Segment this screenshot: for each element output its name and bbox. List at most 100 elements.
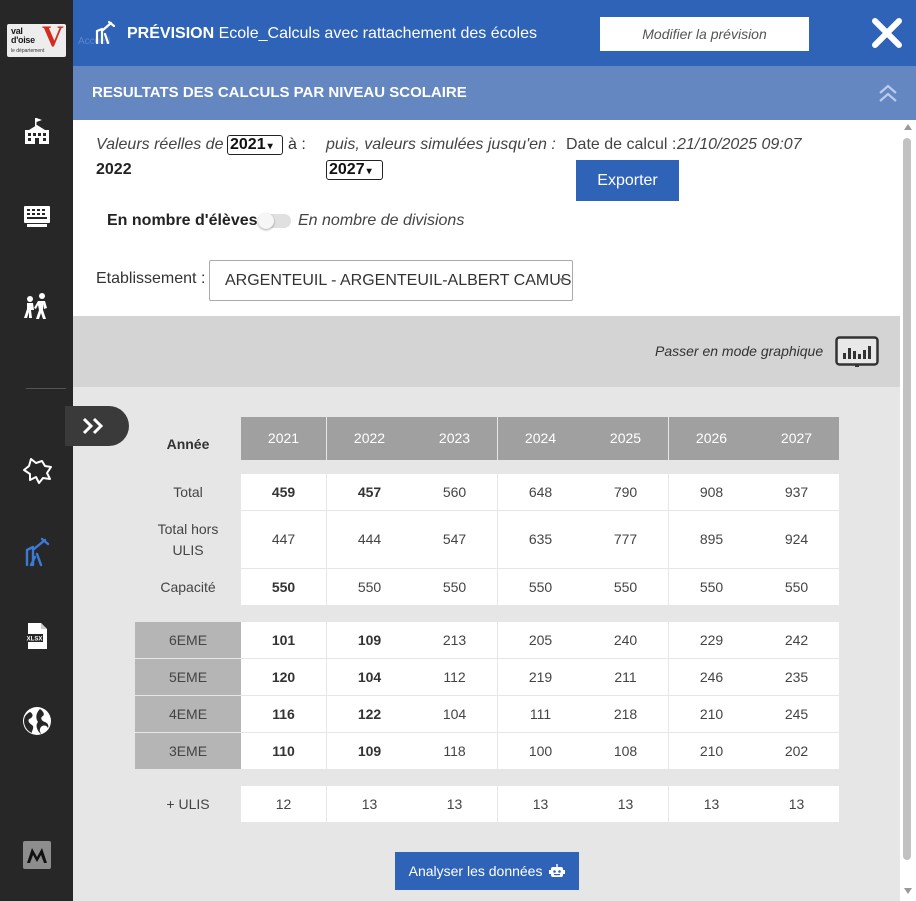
level-value-cell: 205 bbox=[498, 622, 583, 658]
close-icon[interactable] bbox=[869, 15, 905, 51]
val-doise-logo[interactable]: val d'oise V le département bbox=[7, 24, 66, 57]
summary-value-cell: 895 bbox=[669, 511, 754, 568]
level-value-cell: 246 bbox=[669, 659, 754, 695]
level-value-cell: 120 bbox=[241, 659, 326, 695]
walking-children-icon[interactable] bbox=[21, 290, 53, 322]
results-table-area: Année 2021 2022 2023 2024 2025 2026 2027 Total 45… bbox=[65, 387, 900, 901]
scroll-up-arrow-icon[interactable] bbox=[904, 124, 912, 130]
level-value-cell: 240 bbox=[583, 622, 668, 658]
from-year-select[interactable]: 2021 ▾ bbox=[227, 135, 283, 155]
ulis-value-cell: 13 bbox=[583, 786, 668, 822]
level-value-cell: 235 bbox=[754, 659, 839, 695]
graph-mode-label: Passer en mode graphique bbox=[655, 343, 824, 359]
level-value-cell: 118 bbox=[412, 733, 497, 769]
scrollbar-thumb[interactable] bbox=[903, 138, 911, 860]
to-year-value: 2022 bbox=[96, 161, 132, 178]
level-row-label: 5EME bbox=[135, 659, 241, 695]
establishment-label: Etablissement : bbox=[96, 270, 206, 287]
chevron-down-icon: ▾ bbox=[366, 166, 372, 177]
school-building-icon[interactable] bbox=[21, 116, 53, 148]
ulis-value-cell: 13 bbox=[669, 786, 754, 822]
summary-value-cell: 459 bbox=[241, 474, 326, 510]
year-header-cell: 2024 bbox=[498, 417, 583, 460]
page-title: PRÉVISION Ecole_Calculs avec rattachemen… bbox=[127, 25, 537, 43]
globe-icon[interactable] bbox=[21, 705, 53, 737]
expand-sidebar-button[interactable] bbox=[65, 406, 129, 446]
year-header-cell: 2023 bbox=[412, 417, 497, 460]
modify-forecast-button[interactable]: Modifier la prévision bbox=[600, 17, 809, 51]
level-row-label: 3EME bbox=[135, 733, 241, 769]
summary-row-label: Total hors ULIS bbox=[157, 520, 219, 558]
map-region-icon[interactable] bbox=[21, 454, 53, 486]
page-title-rest: Ecole_Calculs avec rattachement des écol… bbox=[218, 25, 537, 42]
summary-value-cell: 550 bbox=[669, 569, 754, 605]
year-header-cell: 2022 bbox=[327, 417, 412, 460]
level-value-cell: 111 bbox=[498, 696, 583, 732]
header: Accueil PRÉVISION Ecole_Calculs avec rat… bbox=[73, 0, 916, 66]
export-button[interactable]: Exporter bbox=[576, 160, 679, 201]
summary-value-cell: 457 bbox=[327, 474, 412, 510]
summary-value-cell: 550 bbox=[241, 569, 326, 605]
summary-value-cell: 550 bbox=[498, 569, 583, 605]
results-panel: Valeurs réelles de : 2021 ▾ à : 2022 puis… bbox=[65, 120, 900, 901]
summary-value-cell: 790 bbox=[583, 474, 668, 510]
logo-mark: V bbox=[42, 24, 64, 53]
level-value-cell: 116 bbox=[241, 696, 326, 732]
year-header-cell: 2025 bbox=[583, 417, 668, 460]
summary-value-cell: 924 bbox=[754, 511, 839, 568]
year-header-cell: 2021 bbox=[241, 417, 326, 460]
chevron-down-icon: ▾ bbox=[267, 141, 273, 152]
establishment-select[interactable]: ARGENTEUIL - ARGENTEUIL-ALBERT CAMUS ▼ bbox=[209, 260, 573, 301]
count-students-label: En nombre d'élèves bbox=[107, 212, 258, 229]
summary-value-cell: 444 bbox=[327, 511, 412, 568]
summary-value-cell: 547 bbox=[412, 511, 497, 568]
level-value-cell: 104 bbox=[412, 696, 497, 732]
analyse-data-button[interactable]: Analyser les données bbox=[395, 852, 579, 890]
summary-value-cell: 447 bbox=[241, 511, 326, 568]
ulis-row-label: + ULIS bbox=[166, 796, 210, 812]
level-value-cell: 122 bbox=[327, 696, 412, 732]
calc-date-label: Date de calcul : bbox=[566, 136, 677, 153]
year-header-cell: 2026 bbox=[669, 417, 754, 460]
year-header-cell: 2027 bbox=[754, 417, 839, 460]
forecast-header-icon bbox=[94, 20, 116, 45]
level-value-cell: 210 bbox=[669, 733, 754, 769]
establishment-value: ARGENTEUIL - ARGENTEUIL-ALBERT CAMUS bbox=[225, 272, 572, 289]
scrollbar[interactable] bbox=[900, 120, 916, 901]
summary-row-label: Total bbox=[173, 483, 203, 500]
count-mode-toggle[interactable] bbox=[258, 213, 291, 229]
scroll-down-arrow-icon[interactable] bbox=[904, 888, 912, 894]
level-value-cell: 229 bbox=[669, 622, 754, 658]
ulis-value-cell: 13 bbox=[754, 786, 839, 822]
ulis-value-cell: 12 bbox=[241, 786, 326, 822]
forecast-telescope-icon[interactable] bbox=[21, 535, 53, 567]
until-year-select[interactable]: 2027 ▾ bbox=[326, 160, 383, 180]
page-title-bold: PRÉVISION bbox=[127, 25, 215, 42]
logo-line-2: d'oise bbox=[11, 35, 35, 45]
level-value-cell: 101 bbox=[241, 622, 326, 658]
chevron-down-icon: ▼ bbox=[558, 276, 566, 285]
simulated-until-label: puis, valeurs simulées jusqu'en : bbox=[326, 136, 556, 153]
summary-value-cell: 635 bbox=[498, 511, 583, 568]
level-value-cell: 218 bbox=[583, 696, 668, 732]
double-chevron-right-icon bbox=[82, 417, 104, 435]
level-value-cell: 242 bbox=[754, 622, 839, 658]
section-header[interactable]: RESULTATS DES CALCULS PAR NIVEAU SCOLAIR… bbox=[73, 66, 916, 120]
collapse-chevron-icon[interactable] bbox=[876, 81, 900, 105]
count-divisions-label: En nombre de divisions bbox=[298, 212, 465, 229]
ulis-value-cell: 13 bbox=[327, 786, 412, 822]
logo-line-3: le département bbox=[11, 48, 45, 54]
summary-value-cell: 550 bbox=[412, 569, 497, 605]
calc-date-value: 21/10/2025 09:07 bbox=[677, 136, 802, 153]
xlsx-file-icon[interactable]: XLSX bbox=[21, 620, 53, 652]
toggle-knob bbox=[258, 213, 274, 229]
robot-icon bbox=[549, 864, 566, 877]
analyse-data-label: Analyser les données bbox=[408, 863, 543, 879]
level-value-cell: 245 bbox=[754, 696, 839, 732]
app-m-logo[interactable] bbox=[23, 841, 51, 869]
app-root: val d'oise V le département XLSX Accueil… bbox=[0, 0, 916, 901]
classroom-board-icon[interactable] bbox=[21, 200, 53, 232]
bar-chart-icon[interactable] bbox=[835, 336, 879, 368]
level-value-cell: 109 bbox=[327, 733, 412, 769]
level-value-cell: 202 bbox=[754, 733, 839, 769]
